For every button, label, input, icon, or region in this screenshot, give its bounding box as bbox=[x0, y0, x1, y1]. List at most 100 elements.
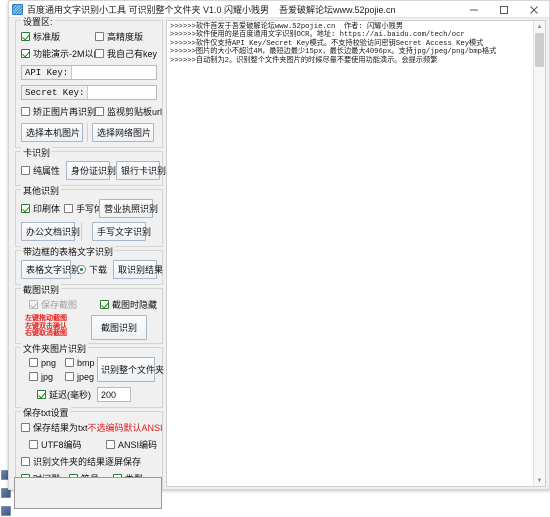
output-text[interactable]: >>>>>>软件首发于吾爱破解论坛www.52pojie.cn 作者: 闪耀小贱… bbox=[167, 21, 533, 486]
checkbox-box-icon bbox=[21, 166, 30, 175]
font-type-row: 印刷体 手写体 bbox=[21, 202, 99, 215]
delay-checkbox[interactable]: 延迟(毫秒) bbox=[37, 388, 91, 401]
bank-card-button[interactable]: 银行卡识别 bbox=[116, 161, 160, 180]
select-network-image-button[interactable]: 选择网络图片 bbox=[92, 123, 154, 142]
save-txt-group-title: 保存txt设置 bbox=[21, 406, 71, 419]
demo-row: 功能演示-2M以内 我自己有key bbox=[21, 47, 157, 60]
checkbox-box-icon bbox=[29, 440, 38, 449]
checkbox-box-icon bbox=[95, 49, 104, 58]
checkbox-box-icon bbox=[65, 358, 74, 367]
office-document-button[interactable]: 办公文档识别 bbox=[21, 222, 75, 241]
print-font-label: 印刷体 bbox=[33, 202, 60, 215]
handwriting-text-button[interactable]: 手写文字识别 bbox=[92, 222, 146, 241]
image-source-row: 选择本机图片 选择网络图片 bbox=[21, 123, 157, 142]
secret-key-label: Secret Key: bbox=[22, 86, 88, 99]
jpeg-format-label: jpeg bbox=[77, 372, 94, 382]
ansi-encoding-label: ANSI编码 bbox=[118, 438, 157, 451]
folder-group-title: 文件夹图片识别 bbox=[21, 342, 88, 355]
delay-value[interactable]: 200 bbox=[98, 390, 130, 400]
png-format-checkbox[interactable]: png bbox=[29, 358, 65, 368]
folder-progressive-save-checkbox[interactable]: 识别文件夹的结果逐屏保存 bbox=[21, 455, 141, 468]
output-scrollbar[interactable]: ▲ ▼ bbox=[533, 21, 545, 486]
api-key-field[interactable]: API Key: bbox=[21, 65, 157, 80]
high-precision-checkbox[interactable]: 高精度版 bbox=[95, 30, 143, 43]
download-radio[interactable]: 下载 bbox=[77, 263, 107, 276]
window-title-suffix: 吾爱破解论坛www.52pojie.cn bbox=[279, 3, 396, 16]
print-font-checkbox[interactable]: 印刷体 bbox=[21, 202, 60, 215]
window-title: 百度通用文字识别小工具 可识别整个文件夹 V1.0 闪耀小贱男 bbox=[27, 3, 269, 16]
hide-on-capture-label: 截图时隐藏 bbox=[112, 298, 157, 311]
table-text-recognize-button[interactable]: 表格文字识别 bbox=[21, 260, 71, 279]
checkbox-box-icon bbox=[100, 300, 109, 309]
bmp-format-label: bmp bbox=[77, 358, 95, 368]
radio-on-icon bbox=[77, 265, 86, 274]
format-row-1: png bmp bbox=[21, 358, 97, 368]
ansi-encoding-checkbox[interactable]: ANSI编码 bbox=[102, 438, 157, 451]
png-format-label: png bbox=[41, 358, 56, 368]
app-logo-icon bbox=[12, 4, 23, 15]
checkbox-box-icon bbox=[29, 358, 38, 367]
scroll-down-arrow-icon[interactable]: ▼ bbox=[534, 475, 545, 486]
folder-recognition-group: 文件夹图片识别 png bmp bbox=[15, 347, 163, 408]
demo-mode-checkbox[interactable]: 功能演示-2M以内 bbox=[21, 47, 95, 60]
secret-key-field[interactable]: Secret Key: bbox=[21, 85, 157, 100]
standard-version-checkbox[interactable]: 标准版 bbox=[21, 30, 95, 43]
checkbox-box-icon bbox=[21, 204, 30, 213]
clipboard-monitor-checkbox[interactable]: 监视剪贴板url bbox=[95, 105, 162, 118]
capture-action-row: 左键拖动截图 左键双击确认 右键取消截图 截图识别 bbox=[21, 315, 157, 340]
pure-attribute-label: 纯属性 bbox=[33, 164, 60, 177]
get-result-button[interactable]: 取识别结果 bbox=[113, 260, 157, 279]
capture-recognize-button[interactable]: 截图识别 bbox=[91, 315, 147, 340]
demo-mode-label: 功能演示-2M以内 bbox=[33, 47, 103, 60]
close-button[interactable] bbox=[519, 1, 549, 18]
settings-group: 设置区: 标准版 高精度版 bbox=[15, 20, 163, 148]
jpg-format-label: jpg bbox=[41, 372, 53, 382]
minimize-button[interactable] bbox=[459, 1, 489, 18]
business-license-button[interactable]: 营业执照识别 bbox=[99, 199, 153, 218]
output-panel: >>>>>>软件首发于吾爱破解论坛www.52pojie.cn 作者: 闪耀小贱… bbox=[166, 20, 546, 487]
checkbox-box-icon bbox=[64, 204, 73, 213]
scroll-up-arrow-icon[interactable]: ▲ bbox=[534, 21, 545, 32]
table-group-title: 带边框的表格文字识别 bbox=[21, 245, 115, 258]
checkbox-box-icon bbox=[65, 372, 74, 381]
encoding-row: UTF8编码 ANSI编码 bbox=[21, 438, 157, 451]
capture-group-title: 截图识别 bbox=[21, 283, 61, 296]
ansi-default-note: 不选编码默认ANSI bbox=[88, 421, 163, 434]
bmp-format-checkbox[interactable]: bmp bbox=[65, 358, 95, 368]
save-capture-checkbox[interactable]: 保存截图 bbox=[21, 298, 100, 311]
capture-recognition-group: 截图识别 保存截图 截图时隐藏 左键拖动截图 bbox=[15, 288, 163, 344]
api-key-label: API Key: bbox=[22, 66, 72, 79]
checkbox-box-icon bbox=[21, 423, 30, 432]
delay-input[interactable]: 200 bbox=[97, 387, 131, 402]
card-group-title: 卡识别 bbox=[21, 146, 52, 159]
correct-image-checkbox[interactable]: 矫正图片再识别 bbox=[21, 105, 95, 118]
pure-attribute-checkbox[interactable]: 纯属性 bbox=[21, 164, 60, 177]
main-window: 百度通用文字识别小工具 可识别整个文件夹 V1.0 闪耀小贱男 吾爱破解论坛ww… bbox=[8, 0, 550, 490]
checkbox-box-icon bbox=[95, 32, 104, 41]
correct-image-label: 矫正图片再识别 bbox=[33, 105, 96, 118]
font-type-cell: 印刷体 手写体 bbox=[21, 202, 99, 215]
other-row-2: 办公文档识别 手写文字识别 bbox=[21, 222, 157, 241]
maximize-button[interactable] bbox=[489, 1, 519, 18]
scrollbar-thumb[interactable] bbox=[535, 33, 544, 67]
handwrite-font-checkbox[interactable]: 手写体 bbox=[64, 202, 103, 215]
save-capture-label: 保存截图 bbox=[41, 298, 77, 311]
window-client-area: 设置区: 标准版 高精度版 bbox=[9, 18, 549, 489]
folder-save-row: 识别文件夹的结果逐屏保存 bbox=[21, 455, 157, 468]
recognize-folder-button[interactable]: 识别整个文件夹 bbox=[97, 357, 155, 382]
select-local-image-button[interactable]: 选择本机图片 bbox=[21, 123, 83, 142]
jpg-format-checkbox[interactable]: jpg bbox=[29, 372, 65, 382]
download-label: 下载 bbox=[89, 263, 107, 276]
version-row: 标准版 高精度版 bbox=[21, 30, 157, 43]
save-as-txt-checkbox[interactable]: 保存结果为txt bbox=[21, 421, 88, 434]
own-key-checkbox[interactable]: 我自己有key bbox=[95, 47, 157, 60]
utf8-encoding-checkbox[interactable]: UTF8编码 bbox=[21, 438, 102, 451]
id-card-button[interactable]: 身份证识别 bbox=[66, 161, 110, 180]
capture-hint: 左键拖动截图 左键双击确认 右键取消截图 bbox=[21, 315, 91, 338]
checkbox-box-icon bbox=[21, 457, 30, 466]
format-checkbox-cell: png bmp jpg bbox=[21, 358, 97, 382]
desktop-icon[interactable] bbox=[1, 506, 11, 516]
utf8-encoding-label: UTF8编码 bbox=[41, 438, 82, 451]
jpeg-format-checkbox[interactable]: jpeg bbox=[65, 372, 94, 382]
hide-on-capture-checkbox[interactable]: 截图时隐藏 bbox=[100, 298, 157, 311]
